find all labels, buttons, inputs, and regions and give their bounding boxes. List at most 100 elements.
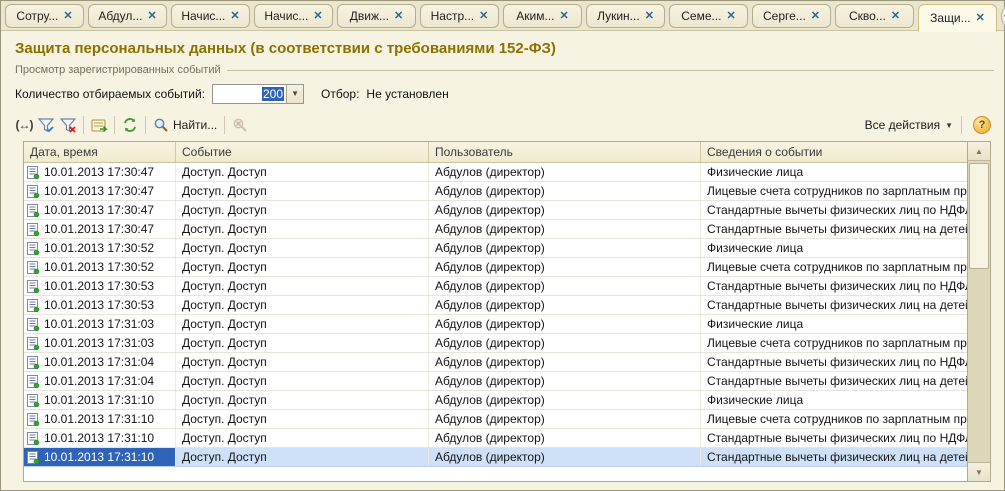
cell-datetime: 10.01.2013 17:31:03 (44, 336, 154, 350)
tab-close-icon[interactable]: ✕ (147, 11, 156, 22)
refresh-button[interactable] (119, 114, 141, 136)
help-button[interactable]: ? (973, 116, 991, 134)
tab-3[interactable]: Начис...✕ (254, 4, 333, 28)
tab-label: Защи... (930, 11, 971, 25)
tab-close-icon[interactable]: ✕ (811, 11, 820, 22)
event-record-icon (27, 185, 40, 198)
tab-close-icon[interactable]: ✕ (645, 11, 654, 22)
tab-8[interactable]: Семе...✕ (669, 4, 748, 28)
cell-event: Доступ. Доступ (176, 182, 429, 200)
event-record-icon (27, 375, 40, 388)
page-title: Защита персональных данных (в соответств… (1, 31, 1004, 59)
scrollbar-thumb[interactable] (969, 163, 989, 269)
clear-filter-button[interactable] (57, 114, 79, 136)
event-count-value: 200 (262, 87, 284, 101)
table-row[interactable]: 10.01.2013 17:31:10Доступ. ДоступАбдулов… (24, 391, 967, 410)
table-row[interactable]: 10.01.2013 17:31:10Доступ. ДоступАбдулов… (24, 448, 967, 467)
tab-label: Серге... (763, 9, 806, 23)
tab-0[interactable]: Сотру...✕ (5, 4, 84, 28)
triangle-down-icon: ▼ (975, 468, 983, 477)
table-row[interactable]: 10.01.2013 17:31:03Доступ. ДоступАбдулов… (24, 334, 967, 353)
cell-details: Физические лица (701, 315, 967, 333)
event-count-dropdown-button[interactable]: ▼ (286, 85, 303, 103)
vertical-scrollbar[interactable]: ▲ ▼ (967, 142, 990, 481)
set-period-button[interactable]: (↔) (13, 114, 35, 136)
tab-close-icon[interactable]: ✕ (313, 11, 322, 22)
event-record-icon (27, 394, 40, 407)
tab-10[interactable]: Скво... ✕ (835, 4, 914, 28)
filter-state-label: Отбор: (321, 87, 359, 101)
tab-close-icon[interactable]: ✕ (976, 13, 985, 24)
table-row[interactable]: 10.01.2013 17:31:04Доступ. ДоступАбдулов… (24, 353, 967, 372)
help-icon: ? (979, 119, 986, 131)
cell-datetime: 10.01.2013 17:31:10 (44, 412, 154, 426)
find-button[interactable]: Найти... (150, 117, 220, 133)
table-row[interactable]: 10.01.2013 17:30:53Доступ. ДоступАбдулов… (24, 296, 967, 315)
cell-user: Абдулов (директор) (429, 258, 701, 276)
cell-user: Абдулов (директор) (429, 277, 701, 295)
set-filter-button[interactable] (35, 114, 57, 136)
tab-close-icon[interactable]: ✕ (727, 11, 736, 22)
tab-overflow-button[interactable]: ▼ (1001, 7, 1005, 26)
tab-2[interactable]: Начис...✕ (171, 4, 250, 28)
scroll-down-button[interactable]: ▼ (968, 462, 990, 481)
tab-bar: Сотру...✕Абдул...✕Начис...✕Начис...✕Движ… (1, 1, 1004, 31)
table-row[interactable]: 10.01.2013 17:31:10Доступ. ДоступАбдулов… (24, 410, 967, 429)
table-row[interactable]: 10.01.2013 17:31:10Доступ. ДоступАбдулов… (24, 429, 967, 448)
column-header-event[interactable]: Событие (176, 142, 429, 162)
tab-7[interactable]: Лукин... ✕ (586, 4, 665, 28)
table-rows: 10.01.2013 17:30:47Доступ. ДоступАбдулов… (24, 163, 967, 481)
tab-5[interactable]: Настр...✕ (420, 4, 499, 28)
cell-user: Абдулов (директор) (429, 372, 701, 390)
tab-11[interactable]: Защи... ✕ (918, 4, 997, 32)
cell-details: Стандартные вычеты физических лиц по НДФ… (701, 353, 967, 371)
cancel-search-button[interactable] (229, 114, 251, 136)
tab-label: Скво... (849, 9, 886, 23)
column-header-details[interactable]: Сведения о событии (701, 142, 967, 162)
tab-label: Лукин... (597, 9, 640, 23)
table-row[interactable]: 10.01.2013 17:30:47Доступ. ДоступАбдулов… (24, 182, 967, 201)
column-header-datetime[interactable]: Дата, время (24, 142, 176, 162)
table-row[interactable]: 10.01.2013 17:30:47Доступ. ДоступАбдулов… (24, 220, 967, 239)
cell-event: Доступ. Доступ (176, 258, 429, 276)
cell-event: Доступ. Доступ (176, 296, 429, 314)
cell-details: Стандартные вычеты физических лиц на дет… (701, 448, 967, 466)
tab-9[interactable]: Серге... ✕ (752, 4, 831, 28)
cell-details: Лицевые счета сотрудников по зарплатным … (701, 410, 967, 428)
table-row[interactable]: 10.01.2013 17:31:03Доступ. ДоступАбдулов… (24, 315, 967, 334)
cell-event: Доступ. Доступ (176, 353, 429, 371)
tab-close-icon[interactable]: ✕ (230, 11, 239, 22)
tab-close-icon[interactable]: ✕ (479, 11, 488, 22)
column-header-user[interactable]: Пользователь (429, 142, 701, 162)
cell-datetime: 10.01.2013 17:30:53 (44, 298, 154, 312)
funnel-x-icon (59, 116, 77, 134)
event-record-icon (27, 356, 40, 369)
cell-event: Доступ. Доступ (176, 372, 429, 390)
cell-details: Стандартные вычеты физических лиц на дет… (701, 220, 967, 238)
table-row[interactable]: 10.01.2013 17:30:47Доступ. ДоступАбдулов… (24, 201, 967, 220)
cell-details: Стандартные вычеты физических лиц на дет… (701, 296, 967, 314)
table-row[interactable]: 10.01.2013 17:30:47Доступ. ДоступАбдулов… (24, 163, 967, 182)
cell-user: Абдулов (директор) (429, 353, 701, 371)
find-button-label: Найти... (173, 118, 217, 132)
table-row[interactable]: 10.01.2013 17:31:04 Доступ. ДоступАбдулов… (24, 372, 967, 391)
event-count-input[interactable]: 200 ▼ (212, 84, 304, 104)
cell-event: Доступ. Доступ (176, 391, 429, 409)
tab-1[interactable]: Абдул...✕ (88, 4, 167, 28)
event-count-text[interactable]: 200 (213, 85, 286, 103)
tab-close-icon[interactable]: ✕ (63, 11, 72, 22)
tab-close-icon[interactable]: ✕ (560, 11, 569, 22)
tab-6[interactable]: Аким...✕ (503, 4, 582, 28)
table-row[interactable]: 10.01.2013 17:30:52Доступ. ДоступАбдулов… (24, 258, 967, 277)
cell-datetime: 10.01.2013 17:31:04 (44, 374, 154, 388)
group-box-label: Просмотр зарегистрированных событий (15, 64, 221, 76)
tab-close-icon[interactable]: ✕ (891, 11, 900, 22)
table-row[interactable]: 10.01.2013 17:30:52Доступ. ДоступАбдулов… (24, 239, 967, 258)
tab-close-icon[interactable]: ✕ (394, 11, 403, 22)
table-row[interactable]: 10.01.2013 17:30:53Доступ. ДоступАбдулов… (24, 277, 967, 296)
tab-4[interactable]: Движ...✕ (337, 4, 416, 28)
open-event-button[interactable] (88, 114, 110, 136)
all-actions-button[interactable]: Все действия ▼ (861, 118, 957, 132)
scroll-up-button[interactable]: ▲ (968, 142, 990, 161)
cell-user: Абдулов (директор) (429, 239, 701, 257)
